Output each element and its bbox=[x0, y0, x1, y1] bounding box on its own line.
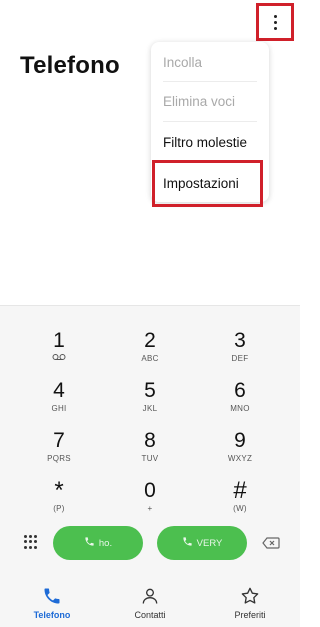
contacts-icon bbox=[110, 586, 190, 608]
key-letters: JKL bbox=[142, 404, 158, 413]
key-7[interactable]: 7 PQRS bbox=[24, 429, 94, 473]
keypad-toggle-icon[interactable] bbox=[24, 535, 38, 549]
key-letters: MNO bbox=[230, 404, 250, 413]
phone-icon bbox=[84, 536, 95, 550]
key-digit: 5 bbox=[144, 379, 156, 402]
key-5[interactable]: 5 JKL bbox=[115, 379, 185, 423]
menu-divider bbox=[163, 121, 257, 122]
menu-item-incolla[interactable]: Incolla bbox=[163, 55, 257, 70]
key-digit: * bbox=[54, 477, 64, 504]
backspace-icon[interactable] bbox=[262, 536, 280, 549]
key-letters: GHI bbox=[51, 404, 67, 413]
highlight-box bbox=[152, 160, 263, 207]
phone-icon bbox=[182, 536, 193, 550]
bottom-navigation: Telefono Contatti Preferiti bbox=[0, 580, 300, 627]
key-star[interactable]: * (P) bbox=[24, 479, 94, 523]
voicemail-icon bbox=[24, 353, 94, 364]
key-letters: ABC bbox=[141, 354, 159, 363]
dialpad: 1 2 ABC 3 DEF 4 GHI 5 JKL 6 MNO 7 PQRS 8… bbox=[0, 305, 300, 627]
key-digit: 0 bbox=[144, 479, 156, 502]
key-1[interactable]: 1 bbox=[24, 329, 94, 373]
key-letters: (W) bbox=[233, 504, 247, 513]
nav-label: Contatti bbox=[134, 610, 166, 620]
app-header-area: Telefono Incolla Elimina voci Filtro mol… bbox=[0, 0, 300, 305]
more-options-button[interactable] bbox=[256, 3, 294, 41]
key-digit: 9 bbox=[234, 429, 246, 452]
menu-item-filtro-molestie[interactable]: Filtro molestie bbox=[163, 135, 257, 150]
key-digit: # bbox=[233, 477, 247, 504]
key-digit: 2 bbox=[144, 329, 156, 352]
nav-item-contatti[interactable]: Contatti bbox=[110, 586, 190, 620]
page-title: Telefono bbox=[20, 52, 120, 79]
menu-divider bbox=[163, 81, 257, 82]
key-digit: 7 bbox=[53, 429, 65, 452]
key-9[interactable]: 9 WXYZ bbox=[205, 429, 275, 473]
key-hash[interactable]: # (W) bbox=[205, 479, 275, 523]
key-letters: WXYZ bbox=[227, 454, 253, 463]
key-0[interactable]: 0 + bbox=[115, 479, 185, 523]
phone-icon bbox=[12, 586, 92, 608]
menu-item-elimina-voci[interactable]: Elimina voci bbox=[163, 94, 257, 109]
key-3[interactable]: 3 DEF bbox=[205, 329, 275, 373]
key-letters: DEF bbox=[231, 354, 249, 363]
key-digit: 4 bbox=[53, 379, 65, 402]
nav-label: Telefono bbox=[33, 610, 71, 620]
call-label: ho. bbox=[98, 537, 113, 549]
key-letters: (P) bbox=[53, 504, 65, 513]
key-letters: + bbox=[147, 504, 153, 513]
key-digit: 3 bbox=[234, 329, 246, 352]
key-letters: PQRS bbox=[47, 454, 71, 463]
star-icon bbox=[210, 586, 290, 608]
nav-label: Preferiti bbox=[234, 610, 266, 620]
call-button-sim1[interactable]: ho. bbox=[53, 526, 143, 560]
key-4[interactable]: 4 GHI bbox=[24, 379, 94, 423]
nav-item-preferiti[interactable]: Preferiti bbox=[210, 586, 290, 620]
key-8[interactable]: 8 TUV bbox=[115, 429, 185, 473]
key-digit: 8 bbox=[144, 429, 156, 452]
more-vertical-icon bbox=[273, 14, 277, 30]
key-letters: TUV bbox=[141, 454, 159, 463]
key-2[interactable]: 2 ABC bbox=[115, 329, 185, 373]
key-6[interactable]: 6 MNO bbox=[205, 379, 275, 423]
nav-item-telefono[interactable]: Telefono bbox=[12, 586, 92, 620]
key-digit: 6 bbox=[234, 379, 246, 402]
call-label: VERY bbox=[196, 537, 223, 549]
key-digit: 1 bbox=[53, 329, 65, 352]
call-row: ho. VERY bbox=[0, 526, 300, 560]
call-button-sim2[interactable]: VERY bbox=[157, 526, 247, 560]
